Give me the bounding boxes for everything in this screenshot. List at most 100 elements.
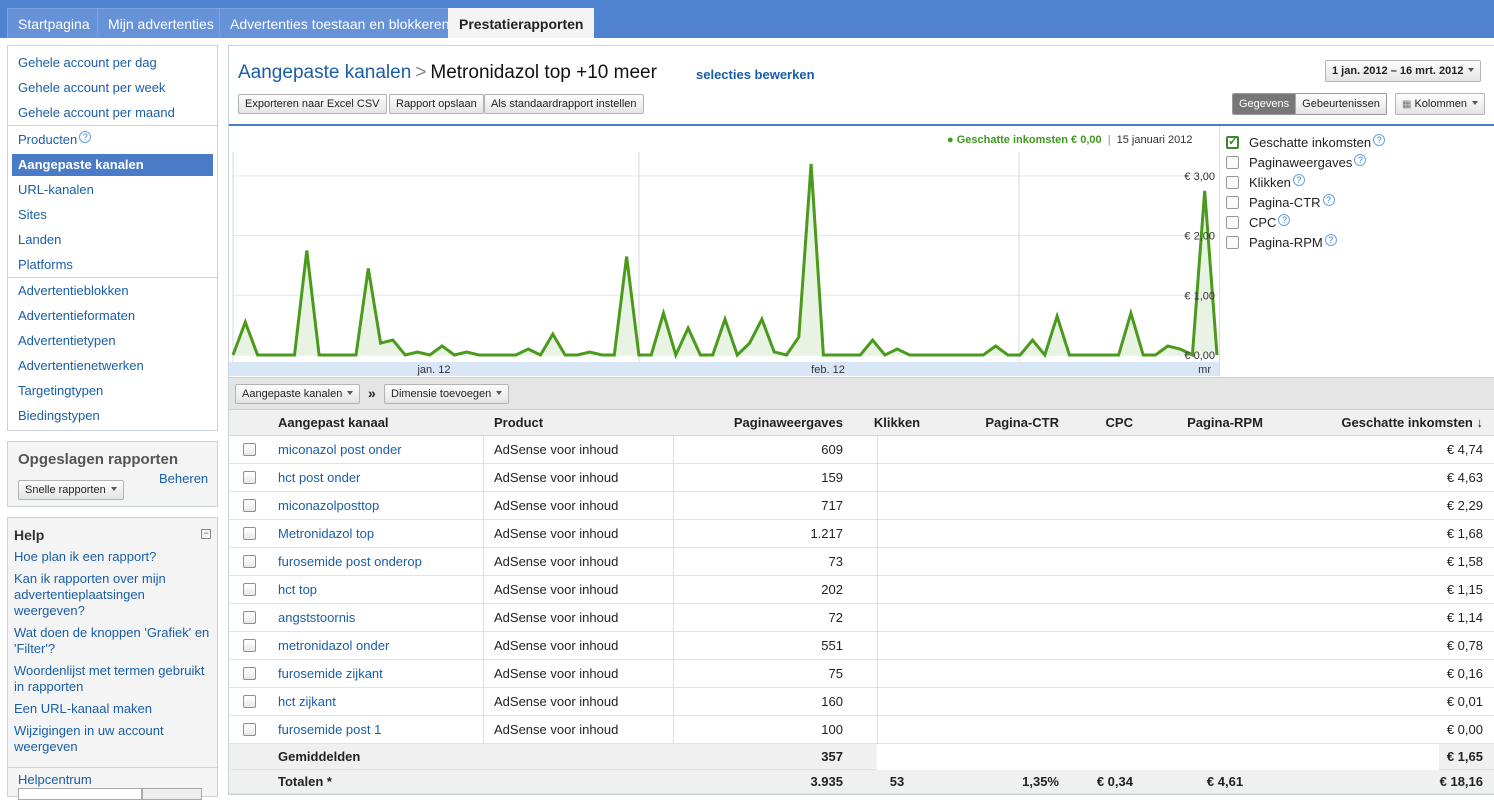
channel-link[interactable]: metronidazol onder bbox=[278, 632, 389, 660]
help-search-button[interactable] bbox=[142, 788, 202, 800]
sidebar-item-aangepaste-kanalen[interactable]: Aangepaste kanalen bbox=[12, 154, 213, 176]
row-checkbox[interactable] bbox=[243, 723, 256, 736]
view-data-button[interactable]: Gegevens bbox=[1233, 94, 1296, 114]
sidebar-item-advertentienetwerken[interactable]: Advertentienetwerken bbox=[12, 355, 213, 377]
chart-canvas[interactable]: € 3,00 € 2,00 € 1,00 € 0,00 jan. 12 feb. 12 mr bbox=[229, 126, 1219, 379]
checkbox[interactable] bbox=[1226, 216, 1239, 229]
channel-link[interactable]: miconazolposttop bbox=[278, 492, 379, 520]
chevron-down-icon bbox=[1468, 68, 1475, 72]
collapse-icon[interactable]: − bbox=[201, 529, 211, 539]
sidebar-item-platforms[interactable]: Platforms bbox=[12, 254, 213, 276]
metric-pagina-rpm[interactable]: Pagina-RPM? bbox=[1226, 234, 1337, 250]
col-cpc-header[interactable]: CPC bbox=[1106, 410, 1133, 436]
help-icon[interactable]: ? bbox=[79, 131, 92, 143]
channel-link[interactable]: angststoornis bbox=[278, 604, 355, 632]
sidebar-item-account-day[interactable]: Gehele account per dag bbox=[12, 52, 213, 74]
channel-link[interactable]: Metronidazol top bbox=[278, 520, 374, 548]
col-klikken-header[interactable]: Klikken bbox=[817, 410, 977, 436]
help-link-plan-report[interactable]: Hoe plan ik een rapport? bbox=[14, 549, 212, 565]
checkbox[interactable] bbox=[1226, 156, 1239, 169]
col-pagina-ctr-header[interactable]: Pagina-CTR bbox=[985, 410, 1059, 436]
help-search-input[interactable] bbox=[18, 788, 142, 800]
checkbox[interactable] bbox=[1226, 176, 1239, 189]
earnings-cell: € 1,14 bbox=[1446, 610, 1483, 625]
row-checkbox[interactable] bbox=[243, 695, 256, 708]
tab-mijn-advertenties[interactable]: Mijn advertenties bbox=[97, 8, 225, 38]
metric-cpc[interactable]: CPC? bbox=[1226, 214, 1291, 230]
set-default-report-button[interactable]: Als standaardrapport instellen bbox=[484, 94, 644, 114]
row-checkbox[interactable] bbox=[243, 443, 256, 456]
tab-startpagina[interactable]: Startpagina bbox=[7, 8, 101, 38]
sidebar-item-biedingstypen[interactable]: Biedingstypen bbox=[12, 405, 213, 427]
channel-link[interactable]: furosemide zijkant bbox=[278, 660, 383, 688]
checkbox[interactable] bbox=[1226, 236, 1239, 249]
metric-geschatte-inkomsten[interactable]: Geschatte inkomsten? bbox=[1226, 134, 1386, 150]
help-icon[interactable]: ? bbox=[1292, 174, 1305, 186]
dimension-dropdown[interactable]: Aangepaste kanalen bbox=[235, 384, 361, 404]
help-icon[interactable]: ? bbox=[1324, 234, 1337, 246]
product-cell: AdSense voor inhoud bbox=[494, 470, 619, 485]
channel-link[interactable]: furosemide post onderop bbox=[278, 548, 422, 576]
checkbox[interactable] bbox=[1226, 134, 1239, 149]
sidebar-item-sites[interactable]: Sites bbox=[12, 204, 213, 226]
channel-link[interactable]: hct top bbox=[278, 576, 317, 604]
edit-selection-link[interactable]: selecties bewerken bbox=[696, 67, 815, 82]
help-link-glossary[interactable]: Woordenlijst met termen gebruikt in rapp… bbox=[14, 663, 212, 695]
help-link-chart-filter[interactable]: Wat doen de knoppen 'Grafiek' en 'Filter… bbox=[14, 625, 212, 657]
sidebar-item-account-month[interactable]: Gehele account per maand bbox=[12, 102, 213, 124]
columns-icon: ▦ bbox=[1402, 99, 1412, 110]
averages-row: Gemiddelden 357 € 1,65 bbox=[229, 744, 1494, 770]
sidebar-item-landen[interactable]: Landen bbox=[12, 229, 213, 251]
help-icon[interactable]: ? bbox=[1278, 214, 1291, 226]
help-link-placements[interactable]: Kan ik rapporten over mijn advertentiepl… bbox=[14, 571, 212, 619]
table-row: miconazolposttop AdSense voor inhoud 717 € … bbox=[229, 492, 1494, 520]
row-checkbox[interactable] bbox=[243, 471, 256, 484]
col-aangepast-kanaal-header[interactable]: Aangepast kanaal bbox=[278, 410, 389, 436]
sidebar-item-producten[interactable]: Producten? bbox=[12, 129, 213, 151]
metric-pagina-ctr[interactable]: Pagina-CTR? bbox=[1226, 194, 1335, 210]
breadcrumb-parent-link[interactable]: Aangepaste kanalen bbox=[238, 62, 411, 83]
add-dimension-dropdown[interactable]: Dimensie toevoegen bbox=[384, 384, 510, 404]
channel-link[interactable]: hct zijkant bbox=[278, 688, 336, 716]
row-checkbox[interactable] bbox=[243, 611, 256, 624]
channel-link[interactable]: furosemide post 1 bbox=[278, 716, 381, 744]
row-checkbox[interactable] bbox=[243, 583, 256, 596]
channel-link[interactable]: hct post onder bbox=[278, 464, 360, 492]
sidebar-item-advertentieblokken[interactable]: Advertentieblokken bbox=[12, 280, 213, 302]
col-product-header[interactable]: Product bbox=[494, 410, 543, 436]
row-checkbox[interactable] bbox=[243, 555, 256, 568]
row-checkbox[interactable] bbox=[243, 527, 256, 540]
sidebar-item-advertentietypen[interactable]: Advertentietypen bbox=[12, 330, 213, 352]
col-geschatte-inkomsten-header[interactable]: Geschatte inkomsten ↓ bbox=[1341, 410, 1483, 436]
quick-reports-dropdown[interactable]: Snelle rapporten bbox=[18, 480, 124, 500]
row-checkbox[interactable] bbox=[243, 639, 256, 652]
export-csv-button[interactable]: Exporteren naar Excel CSV bbox=[238, 94, 387, 114]
sidebar-item-targetingtypen[interactable]: Targetingtypen bbox=[12, 380, 213, 402]
view-events-button[interactable]: Gebeurtenissen bbox=[1295, 94, 1386, 114]
totals-ctr: 1,35% bbox=[1022, 774, 1059, 789]
columns-dropdown[interactable]: ▦ Kolommen bbox=[1395, 93, 1486, 115]
breadcrumb: Aangepaste kanalen > Metronidazol top +10 … bbox=[238, 62, 657, 84]
help-center-link[interactable]: Helpcentrum bbox=[18, 772, 92, 787]
help-link-account-changes[interactable]: Wijzigingen in uw account weergeven bbox=[14, 723, 212, 755]
save-report-button[interactable]: Rapport opslaan bbox=[389, 94, 484, 114]
tab-advertenties-toestaan[interactable]: Advertenties toestaan en blokkeren bbox=[219, 8, 461, 38]
totals-rpm: € 4,61 bbox=[1206, 774, 1244, 789]
manage-reports-link[interactable]: Beheren bbox=[159, 471, 208, 486]
checkbox[interactable] bbox=[1226, 196, 1239, 209]
row-checkbox[interactable] bbox=[243, 499, 256, 512]
channel-link[interactable]: miconazol post onder bbox=[278, 436, 402, 464]
sidebar-item-advertentieformaten[interactable]: Advertentieformaten bbox=[12, 305, 213, 327]
sidebar-item-account-week[interactable]: Gehele account per week bbox=[12, 77, 213, 99]
help-icon[interactable]: ? bbox=[1322, 194, 1335, 206]
date-range-dropdown[interactable]: 1 jan. 2012 – 16 mrt. 2012 bbox=[1325, 60, 1482, 82]
help-icon[interactable]: ? bbox=[1373, 134, 1386, 146]
help-link-url-channel[interactable]: Een URL-kanaal maken bbox=[14, 701, 212, 717]
row-checkbox[interactable] bbox=[243, 667, 256, 680]
metric-klikken[interactable]: Klikken? bbox=[1226, 174, 1305, 190]
col-pagina-rpm-header[interactable]: Pagina-RPM bbox=[1145, 410, 1305, 436]
metric-paginaweergaves[interactable]: Paginaweergaves? bbox=[1226, 154, 1367, 170]
sidebar-item-url-kanalen[interactable]: URL-kanalen bbox=[12, 179, 213, 201]
help-icon[interactable]: ? bbox=[1354, 154, 1367, 166]
tab-prestatierapporten[interactable]: Prestatierapporten bbox=[448, 8, 595, 38]
